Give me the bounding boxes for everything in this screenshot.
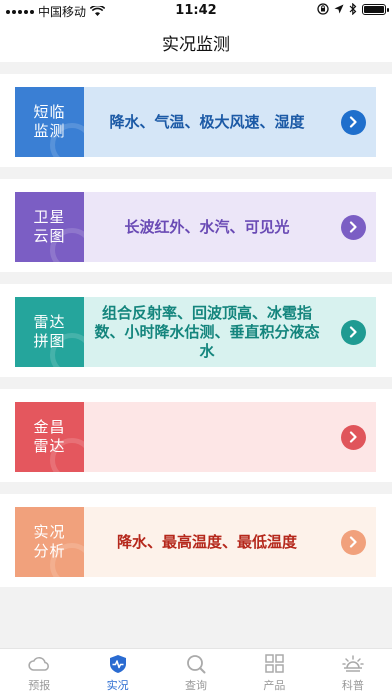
monitor-icon (109, 654, 126, 673)
feature-list: 短临监测 降水、气温、极大风速、湿度 卫星云图 长波红外、水汽、可见光 雷达拼图… (0, 62, 392, 587)
card-live-analysis[interactable]: 实况分析 降水、最高温度、最低温度 (15, 507, 376, 577)
status-bar: 中国移动 11:42 (0, 0, 392, 22)
card-tag: 雷达拼图 (15, 297, 84, 367)
tab-products[interactable]: 产品 (235, 649, 313, 696)
card-tag-label: 金昌雷达 (33, 418, 66, 455)
card-wrap: 实况分析 降水、最高温度、最低温度 (0, 494, 392, 587)
section-gap (0, 62, 392, 74)
card-description (84, 402, 330, 472)
section-gap (0, 272, 392, 284)
nav-bar: 实况监测 (0, 22, 392, 62)
card-tag: 实况分析 (15, 507, 84, 577)
card-radar-mosaic[interactable]: 雷达拼图 组合反射率、回波顶高、冰雹指数、小时降水估测、垂直积分液态水 (15, 297, 376, 367)
card-tag: 金昌雷达 (15, 402, 84, 472)
tab-label: 产品 (263, 678, 286, 692)
chevron-right-icon[interactable] (330, 192, 376, 262)
chevron-right-icon[interactable] (330, 297, 376, 367)
tab-label: 实况 (106, 678, 129, 692)
card-description: 组合反射率、回波顶高、冰雹指数、小时降水估测、垂直积分液态水 (94, 303, 320, 360)
lock-rotation-icon (317, 3, 329, 15)
grid-icon (265, 653, 285, 673)
card-tag: 卫星云图 (15, 192, 84, 262)
card-wrap: 卫星云图 长波红外、水汽、可见光 (0, 179, 392, 272)
tab-label: 预报 (28, 678, 51, 692)
tab-label: 查询 (185, 678, 208, 692)
status-right (317, 3, 389, 15)
chevron-right-icon[interactable] (330, 507, 376, 577)
card-short-term-monitoring[interactable]: 短临监测 降水、气温、极大风速、湿度 (15, 87, 376, 157)
card-description: 降水、最高温度、最低温度 (116, 532, 297, 551)
tab-query[interactable]: 查询 (157, 649, 235, 696)
cloud-icon (28, 656, 50, 671)
chevron-right-icon[interactable] (330, 402, 376, 472)
search-icon (187, 654, 206, 673)
card-satellite-cloud[interactable]: 卫星云图 长波红外、水汽、可见光 (15, 192, 376, 262)
card-tag-label: 短临监测 (33, 103, 66, 140)
bluetooth-icon (349, 3, 357, 15)
card-wrap: 雷达拼图 组合反射率、回波顶高、冰雹指数、小时降水估测、垂直积分液态水 (0, 284, 392, 377)
tab-forecast[interactable]: 预报 (0, 649, 78, 696)
section-gap (0, 167, 392, 179)
card-description: 长波红外、水汽、可见光 (124, 217, 290, 236)
section-gap (0, 377, 392, 389)
card-wrap: 短临监测 降水、气温、极大风速、湿度 (0, 74, 392, 167)
card-tag: 短临监测 (15, 87, 84, 157)
chevron-right-icon[interactable] (330, 87, 376, 157)
sunrise-icon (342, 654, 364, 672)
tab-live[interactable]: 实况 (78, 649, 156, 696)
page-title: 实况监测 (162, 34, 230, 55)
battery-icon (362, 3, 389, 15)
tab-label: 科普 (341, 678, 364, 692)
card-description: 降水、气温、极大风速、湿度 (109, 112, 305, 131)
card-jinchang-radar[interactable]: 金昌雷达 (15, 402, 376, 472)
card-tag-label: 卫星云图 (33, 208, 66, 245)
location-icon (334, 4, 344, 14)
tab-science[interactable]: 科普 (314, 649, 392, 696)
card-tag-label: 实况分析 (33, 523, 66, 560)
section-gap (0, 482, 392, 494)
card-tag-label: 雷达拼图 (33, 313, 66, 350)
tab-bar: 预报 实况 查询 产品 科普 (0, 648, 392, 696)
card-wrap: 金昌雷达 (0, 389, 392, 482)
